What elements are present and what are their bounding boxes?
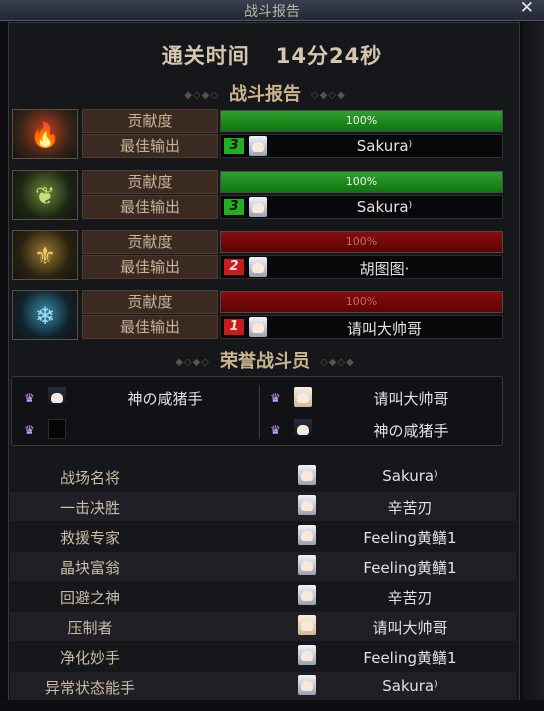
award-title: 救援专家: [59, 529, 120, 547]
ornament-right-icon: ◇◆◇◆: [311, 89, 346, 101]
award-player-name: 请叫大帅哥: [372, 619, 448, 637]
red-flame-warrior-icon: 🔥: [12, 109, 78, 159]
crown-icon: ♛: [24, 391, 35, 405]
player-row: ❦ 贡献度 100% 最佳输出 3 Sakura⁾: [12, 170, 504, 222]
contribution-percent: 100%: [345, 114, 378, 127]
contribution-bar: 100%: [220, 231, 503, 253]
empty-avatar-slot: [48, 419, 66, 439]
clear-time: 通关时间 14分24秒: [0, 40, 544, 70]
best-output-box: 1 请叫大帅哥: [220, 315, 503, 339]
rank-badge: 2: [224, 259, 244, 275]
green-wind-warrior-icon: ❦: [12, 170, 78, 220]
award-player-name: Feeling黄鳝1: [363, 559, 457, 577]
award-title: 压制者: [67, 619, 113, 637]
award-title: 战场名将: [59, 469, 120, 487]
avatar: [249, 317, 267, 337]
award-row: 净化妙手 Feeling黄鳝1: [10, 642, 516, 671]
close-icon[interactable]: ✕: [520, 0, 534, 18]
bottom-strip: [0, 700, 544, 711]
honor-title: 荣誉战斗员: [220, 351, 310, 372]
avatar: [294, 387, 312, 407]
best-player-name: 胡图图·: [359, 260, 410, 278]
best-output-label: 最佳输出: [82, 255, 218, 279]
avatar: [48, 387, 66, 407]
avatar: [249, 136, 267, 156]
award-title: 回避之神: [59, 589, 120, 607]
rank-badge: 3: [224, 138, 244, 154]
honor-heading: ◆◇◆◇ 荣誉战斗员 ◇◆◇◆: [0, 347, 530, 373]
award-row: 一击决胜 辛苦刃: [10, 492, 516, 521]
avatar: [249, 197, 267, 217]
crown-icon: ♛: [24, 423, 35, 437]
award-title: 净化妙手: [59, 649, 120, 667]
best-player-name: 请叫大帅哥: [346, 320, 422, 338]
award-row: 救援专家 Feeling黄鳝1: [10, 522, 516, 551]
contribution-label: 贡献度: [82, 109, 218, 133]
player-row: 🔥 贡献度 100% 最佳输出 3 Sakura⁾: [12, 109, 504, 161]
best-player-name: Sakura⁾: [356, 198, 413, 216]
rank-badge: 1: [224, 319, 244, 335]
avatar: [249, 257, 267, 277]
battle-report-heading: ◆◇◆◇ 战斗报告 ◇◆◇◆: [0, 80, 530, 106]
honor-slot-2[interactable]: ♛ 请叫大帅哥: [268, 385, 508, 411]
award-row: 战场名将 Sakura⁾: [10, 462, 516, 491]
clear-time-value: 14分24秒: [275, 44, 383, 68]
contribution-label: 贡献度: [82, 290, 218, 314]
honor-slot-3[interactable]: ♛: [22, 417, 262, 443]
award-player-name: 辛苦刃: [387, 589, 433, 607]
battle-report-title: 战斗报告: [229, 84, 301, 105]
best-output-box: 2 胡图图·: [220, 255, 503, 279]
honor-box: ♛ 神の咸猪手 ♛ 请叫大帅哥 ♛ ♛ 神の咸猪手: [11, 376, 503, 446]
ornament-left-icon: ◆◇◆◇: [184, 89, 219, 101]
award-title: 一击决胜: [59, 499, 120, 517]
player-row: ⚜ 贡献度 100% 最佳输出 2 胡图图·: [12, 230, 504, 282]
gold-earth-warrior-icon: ⚜: [12, 230, 78, 280]
award-player-name: 辛苦刃: [387, 499, 433, 517]
honor-slot-4[interactable]: ♛ 神の咸猪手: [268, 417, 508, 443]
crown-icon: ♛: [270, 391, 281, 405]
rank-badge: 3: [224, 199, 244, 215]
honor-player-name: 神の咸猪手: [373, 422, 449, 440]
award-row: 晶块富翁 Feeling黄鳝1: [10, 552, 516, 581]
clear-time-label: 通关时间: [161, 44, 250, 68]
contribution-label: 贡献度: [82, 170, 218, 194]
honor-slot-1[interactable]: ♛ 神の咸猪手: [22, 385, 262, 411]
best-output-label: 最佳输出: [82, 195, 218, 219]
crown-icon: ♛: [270, 423, 281, 437]
award-player-name: Sakura⁾: [382, 467, 438, 485]
contribution-percent: 100%: [345, 295, 378, 308]
award-title: 晶块富翁: [59, 559, 120, 577]
contribution-bar: 100%: [220, 291, 503, 313]
blue-ice-warrior-icon: ❄: [12, 290, 78, 340]
avatar: [294, 419, 312, 439]
award-row: 回避之神 辛苦刃: [10, 582, 516, 611]
award-row: 异常状态能手 Sakura⁾: [10, 672, 516, 701]
best-output-box: 3 Sakura⁾: [220, 134, 503, 158]
award-row: 压制者 请叫大帅哥: [10, 612, 516, 641]
best-output-label: 最佳输出: [82, 134, 218, 158]
award-title: 异常状态能手: [44, 679, 135, 697]
contribution-percent: 100%: [345, 175, 378, 188]
contribution-bar: 100%: [220, 110, 503, 132]
honor-player-name: 请叫大帅哥: [373, 390, 449, 408]
award-player-name: Feeling黄鳝1: [363, 529, 457, 547]
contribution-percent: 100%: [345, 235, 378, 248]
player-row: ❄ 贡献度 100% 最佳输出 1 请叫大帅哥: [12, 290, 504, 342]
ornament-right-icon: ◇◆◇◆: [320, 356, 355, 368]
contribution-bar: 100%: [220, 171, 503, 193]
best-player-name: Sakura⁾: [356, 137, 413, 155]
window-title: 战斗报告: [244, 4, 300, 20]
best-output-box: 3 Sakura⁾: [220, 195, 503, 219]
award-player-name: Feeling黄鳝1: [363, 649, 457, 667]
contribution-label: 贡献度: [82, 230, 218, 254]
honor-player-name: 神の咸猪手: [127, 390, 203, 408]
award-player-name: Sakura⁾: [382, 677, 438, 695]
window-titlebar: 战斗报告 ✕: [0, 0, 544, 21]
ornament-left-icon: ◆◇◆◇: [175, 356, 210, 368]
best-output-label: 最佳输出: [82, 315, 218, 339]
